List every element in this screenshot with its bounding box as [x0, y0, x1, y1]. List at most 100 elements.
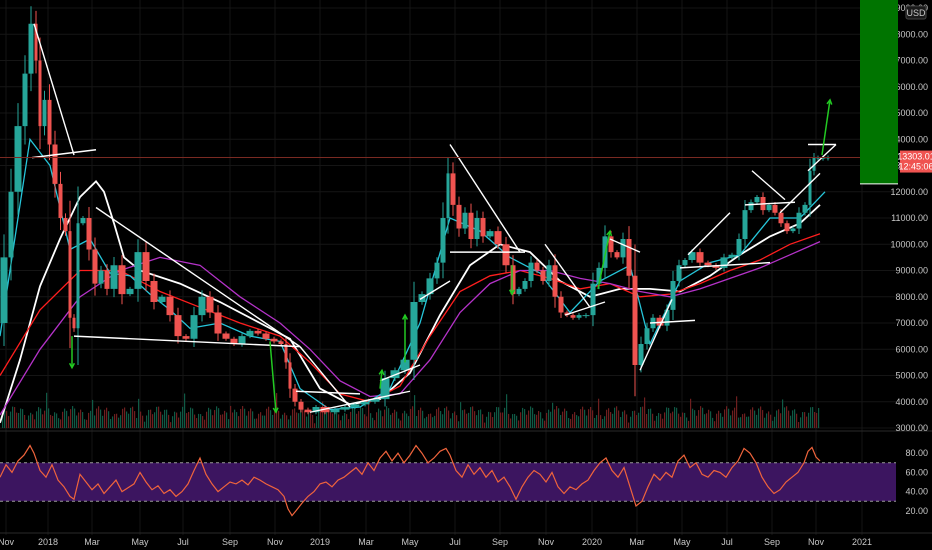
volume-bar [780, 413, 782, 428]
volume-bar [322, 401, 324, 428]
volume-bar [114, 414, 116, 428]
volume-bar [588, 409, 590, 428]
volume-bar [516, 415, 518, 428]
candle-body [86, 218, 92, 250]
volume-bar [506, 394, 508, 428]
volume-bar [74, 408, 76, 428]
volume-bar [430, 413, 432, 428]
volume-bar [282, 414, 284, 428]
volume-bar [364, 414, 366, 428]
candle-body [340, 407, 350, 410]
volume-bar [250, 408, 252, 428]
volume-bar [436, 409, 438, 428]
time-tick-label: Sep [492, 537, 508, 547]
candle-body [38, 60, 42, 127]
time-tick-label: Nov [808, 537, 825, 547]
candle-body [516, 288, 522, 295]
price-tick-label: 6000.00 [895, 344, 928, 354]
volume-bar [36, 411, 38, 428]
volume-bar [706, 413, 708, 428]
volume-bar [206, 411, 208, 428]
green-overlay-box [860, 0, 898, 184]
volume-bar [200, 414, 202, 428]
volume-bar [380, 410, 382, 428]
volume-bar [284, 412, 286, 428]
volume-bar [212, 415, 214, 428]
candle-body [742, 210, 748, 239]
volume-bar [252, 411, 254, 428]
volume-bar [110, 419, 112, 428]
volume-bar [420, 407, 422, 428]
rsi-tick-label: 60.00 [905, 467, 928, 477]
volume-bar [164, 409, 166, 428]
volume-bar [270, 410, 272, 428]
volume-bar [140, 411, 142, 428]
volume-bar [404, 410, 406, 428]
candle-body [350, 404, 360, 407]
volume-bar [338, 414, 340, 428]
volume-bar [82, 412, 84, 428]
volume-bar [186, 413, 188, 428]
volume-bar [398, 418, 400, 428]
volume-bar [624, 410, 626, 428]
volume-bar [504, 407, 506, 428]
candle-body [790, 228, 796, 232]
candle-body [766, 204, 772, 211]
volume-bar [500, 412, 502, 428]
volume-bar [88, 412, 90, 428]
candle-body [0, 257, 8, 323]
candle-body [98, 270, 104, 284]
volume-bar [418, 410, 420, 428]
volume-bar [174, 411, 176, 428]
volume-bar [4, 410, 6, 428]
volume-bar [362, 408, 364, 428]
volume-bar [40, 408, 42, 428]
price-tick-label: 4000.00 [895, 397, 928, 407]
volume-bar [106, 407, 108, 428]
volume-bar [416, 415, 418, 428]
time-tick-label: Jul [177, 537, 189, 547]
volume-bar [626, 414, 628, 428]
volume-bar [180, 411, 182, 428]
volume-bar [712, 417, 714, 428]
candle-body [22, 73, 28, 127]
volume-bar [704, 414, 706, 428]
volume-bar [6, 411, 8, 428]
time-tick-label: 2019 [310, 537, 330, 547]
candle-body [528, 262, 534, 281]
candle-body [638, 344, 644, 365]
candle-body [214, 312, 222, 334]
volume-bar [346, 414, 348, 428]
price-tick-label: 11000.00 [891, 213, 928, 223]
volume-bar [54, 412, 56, 428]
volume-bar [16, 412, 18, 428]
volume-bar [708, 409, 710, 428]
volume-bar [20, 408, 22, 428]
volume-bar [92, 399, 94, 428]
volume-bar [266, 408, 268, 428]
volume-bar [264, 415, 266, 428]
volume-bar [458, 421, 460, 428]
volume-bar [196, 418, 198, 428]
time-tick-label: Nov [538, 537, 555, 547]
volume-bar [554, 409, 556, 428]
volume-bar [304, 411, 306, 428]
volume-bar [42, 414, 44, 428]
volume-bar [38, 407, 40, 428]
time-tick-label: Mar [84, 537, 100, 547]
volume-bar [678, 413, 680, 428]
volume-bar [738, 417, 740, 428]
volume-bar [702, 407, 704, 428]
candle-body [262, 333, 270, 339]
volume-bar [294, 408, 296, 428]
volume-bar [770, 414, 772, 428]
volume-bar [480, 409, 482, 428]
volume-bar [394, 409, 396, 428]
volume-bar [248, 411, 250, 428]
btc-price-chart[interactable]: 3000.00 4000.00 5000.00 6000.00 7000.00 8000.… [0, 0, 932, 550]
volume-bar [244, 408, 246, 428]
volume-bar [540, 412, 542, 428]
volume-bar [672, 411, 674, 428]
volume-bar [22, 409, 24, 428]
volume-bar [202, 416, 204, 428]
